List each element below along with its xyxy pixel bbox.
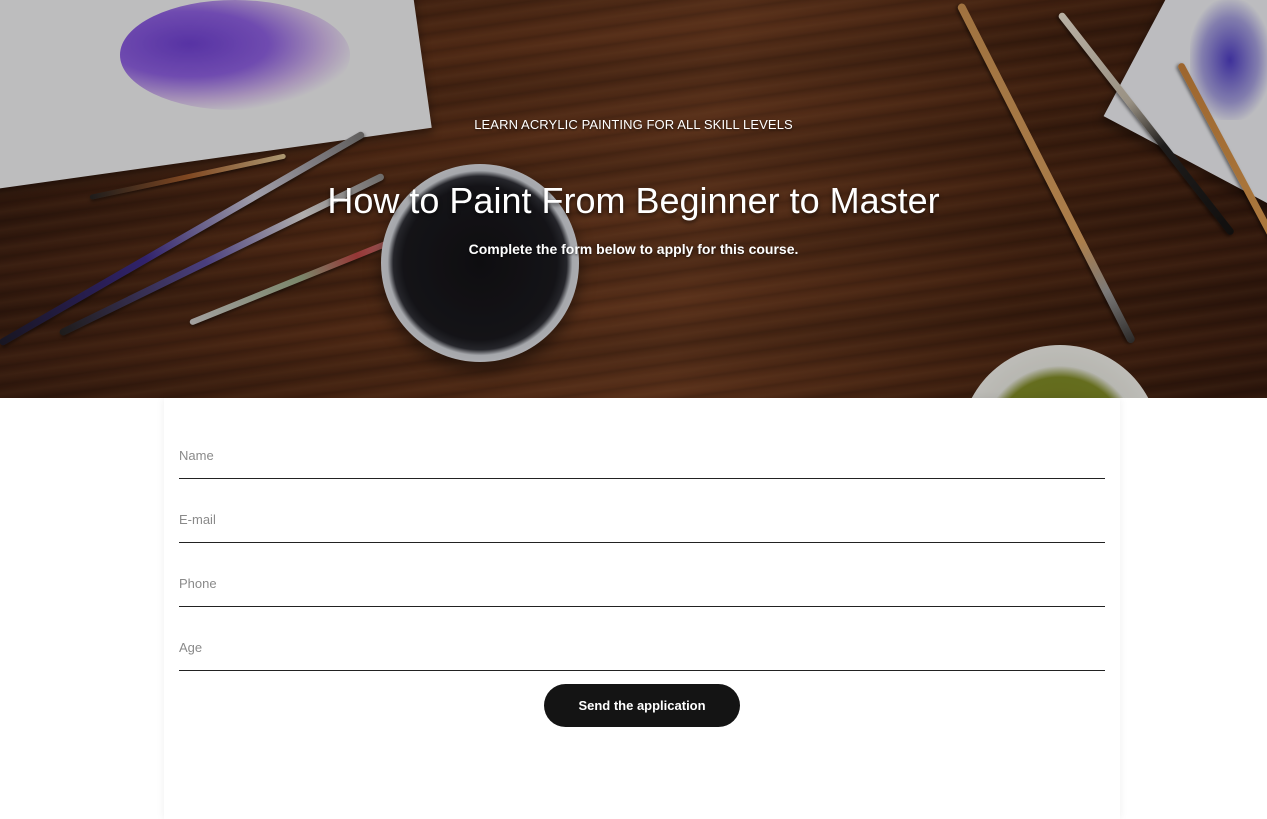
hero-subtitle: Complete the form below to apply for thi… [468,241,799,257]
name-field-wrapper [179,438,1105,479]
name-field[interactable] [179,448,1079,463]
phone-field-wrapper [179,566,1105,607]
application-form: Send the application [164,398,1120,819]
hero-banner: LEARN ACRYLIC PAINTING FOR ALL SKILL LEV… [0,0,1267,398]
age-field[interactable] [179,640,1079,655]
email-field-wrapper [179,502,1105,543]
send-application-button[interactable]: Send the application [544,684,740,727]
email-field[interactable] [179,512,1079,527]
phone-field[interactable] [179,576,1079,591]
page-title: How to Paint From Beginner to Master [327,180,940,221]
hero-eyebrow: LEARN ACRYLIC PAINTING FOR ALL SKILL LEV… [474,117,793,132]
age-field-wrapper [179,630,1105,671]
